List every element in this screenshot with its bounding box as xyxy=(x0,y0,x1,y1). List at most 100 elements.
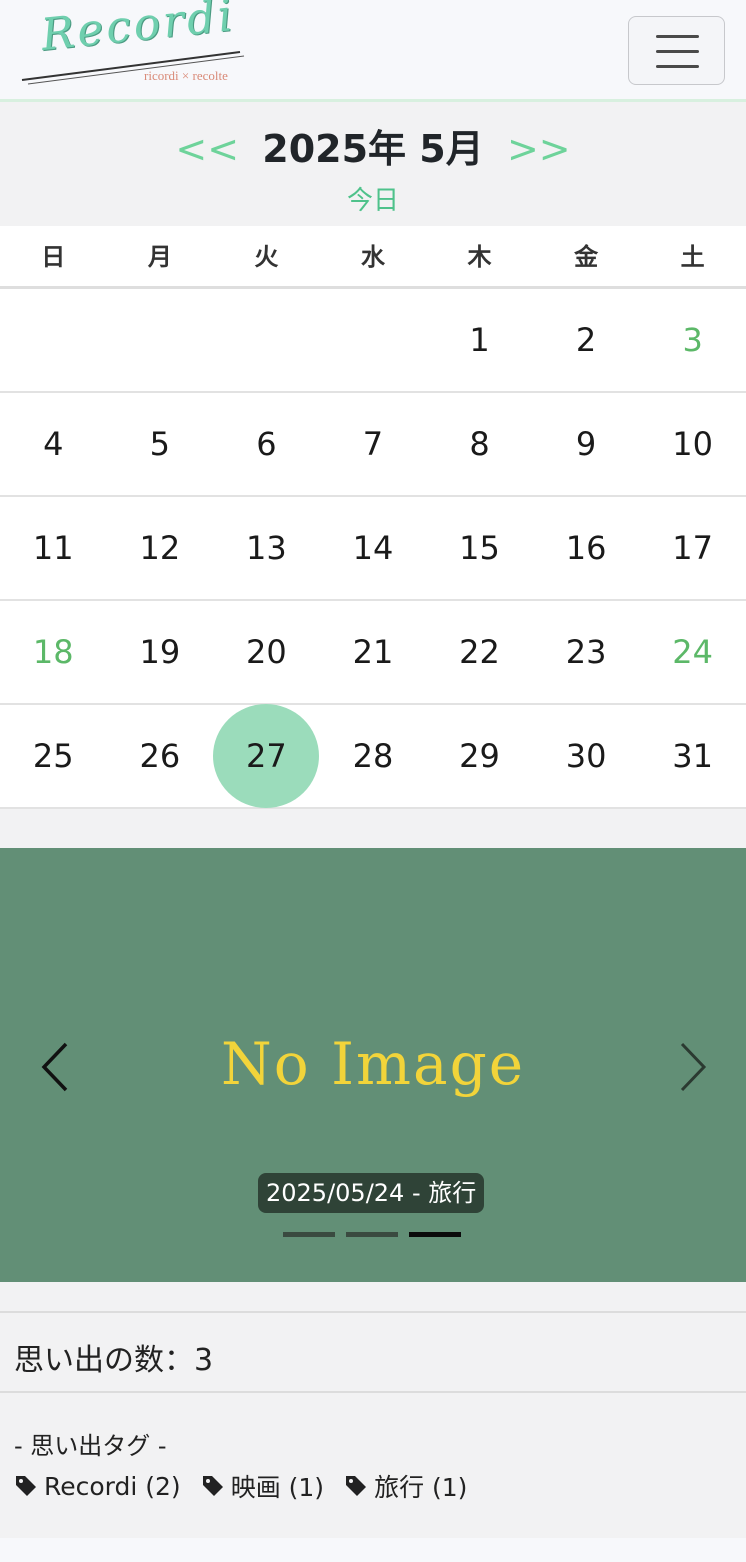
calendar-day-6[interactable]: 6 xyxy=(213,393,320,495)
tag-icon xyxy=(16,1476,36,1496)
day-number: 28 xyxy=(352,737,394,775)
carousel-next-button[interactable] xyxy=(672,1040,712,1094)
calendar-day-26[interactable]: 26 xyxy=(107,705,214,807)
tag-link[interactable]: 旅行 (1) xyxy=(344,1468,467,1504)
day-number: 30 xyxy=(565,737,607,775)
tag-label: 映画 (1) xyxy=(230,1473,325,1502)
calendar-empty-cell xyxy=(107,289,214,391)
calendar-day-29[interactable]: 29 xyxy=(426,705,533,807)
calendar-day-27[interactable]: 27 xyxy=(213,704,320,808)
weekday-label: 火 xyxy=(254,243,279,271)
calendar-day-24[interactable]: 24 xyxy=(639,601,746,703)
tag-link[interactable]: 映画 (1) xyxy=(201,1468,324,1504)
weekday-label: 月 xyxy=(147,243,172,271)
calendar-day-8[interactable]: 8 xyxy=(426,393,533,495)
calendar-day-21[interactable]: 21 xyxy=(320,601,427,703)
day-number: 18 xyxy=(32,633,74,671)
calendar-day-11[interactable]: 11 xyxy=(0,497,107,599)
month-title: 2025年 5月 xyxy=(262,127,484,171)
day-number: 17 xyxy=(672,529,714,567)
tag-icon xyxy=(346,1476,367,1496)
day-number: 20 xyxy=(246,633,287,671)
calendar-day-12[interactable]: 12 xyxy=(107,497,214,599)
calendar-day-9[interactable]: 9 xyxy=(533,393,640,495)
calendar-week-row: 1 2 3 xyxy=(0,289,746,393)
day-number: 4 xyxy=(43,425,64,463)
day-number: 11 xyxy=(32,529,74,567)
tag-link[interactable]: Recordi (2) xyxy=(14,1468,181,1504)
calendar-day-18[interactable]: 18 xyxy=(0,601,107,703)
day-number: 19 xyxy=(139,633,181,671)
weekday-label: 水 xyxy=(360,243,385,271)
tag-icon xyxy=(202,1476,223,1496)
calendar-day-30[interactable]: 30 xyxy=(533,705,640,807)
day-number: 24 xyxy=(672,633,714,671)
carousel-indicators xyxy=(283,1232,472,1237)
calendar-weeks: 1 2 3 4 5 6 7 8 9 10 11 12 13 14 15 16 17 18 19 20 21 22 23 24 2… xyxy=(0,289,746,809)
calendar-day-22[interactable]: 22 xyxy=(426,601,533,703)
calendar-empty-cell xyxy=(213,289,320,391)
brand-logo[interactable]: Recordi ricordi × recolte xyxy=(18,0,258,92)
prev-month-button[interactable]: << xyxy=(175,127,239,171)
chevron-left-icon xyxy=(41,1042,68,1092)
calendar-day-28[interactable]: 28 xyxy=(320,705,427,807)
day-number: 22 xyxy=(459,633,500,671)
tags-heading: - 思い出タグ - xyxy=(14,1432,167,1460)
today-link[interactable]: 今日 xyxy=(0,180,746,217)
next-month-button[interactable]: >> xyxy=(507,127,571,171)
calendar-day-15[interactable]: 15 xyxy=(426,497,533,599)
bottom-bar xyxy=(0,1538,746,1562)
memory-count: 思い出の数：3 xyxy=(14,1343,214,1378)
calendar-day-10[interactable]: 10 xyxy=(639,393,746,495)
day-number: 15 xyxy=(459,529,500,567)
calendar-day-13[interactable]: 13 xyxy=(213,497,320,599)
day-number: 25 xyxy=(32,737,74,775)
day-number: 16 xyxy=(565,529,607,567)
hamburger-icon xyxy=(656,35,699,38)
day-number: 29 xyxy=(459,737,500,775)
carousel-prev-button[interactable] xyxy=(36,1040,76,1094)
carousel-indicator-3[interactable] xyxy=(409,1232,461,1237)
calendar-day-5[interactable]: 5 xyxy=(107,393,214,495)
calendar-day-31[interactable]: 31 xyxy=(639,705,746,807)
day-number: 2 xyxy=(575,321,597,359)
memory-count-bar: 思い出の数：3 xyxy=(0,1311,746,1393)
day-number: 31 xyxy=(672,737,714,775)
day-number: 13 xyxy=(246,529,287,567)
day-number: 8 xyxy=(469,425,490,463)
calendar-empty-cell xyxy=(320,289,427,391)
tag-list: Recordi (2) 映画 (1) 旅行 (1) xyxy=(14,1468,487,1504)
calendar-week-row: 18 19 20 21 22 23 24 xyxy=(0,601,746,705)
calendar-day-23[interactable]: 23 xyxy=(533,601,640,703)
slide-caption: 2025/05/24 - 旅行 xyxy=(258,1173,485,1213)
calendar-day-17[interactable]: 17 xyxy=(639,497,746,599)
calendar-day-19[interactable]: 19 xyxy=(107,601,214,703)
day-number: 1 xyxy=(469,321,490,359)
carousel-indicator-1[interactable] xyxy=(283,1232,335,1237)
month-navigation: << 2025年 5月 >> xyxy=(0,118,746,173)
calendar-week-row: 11 12 13 14 15 16 17 xyxy=(0,497,746,601)
calendar-day-20[interactable]: 20 xyxy=(213,601,320,703)
calendar-day-16[interactable]: 16 xyxy=(533,497,640,599)
memory-carousel: No Image 2025/05/24 - 旅行 xyxy=(0,848,746,1282)
calendar-day-3[interactable]: 3 xyxy=(639,289,746,391)
weekday-label: 金 xyxy=(574,243,599,271)
calendar-day-7[interactable]: 7 xyxy=(320,393,427,495)
weekday-header: 日月火水木金土 xyxy=(0,226,746,289)
tag-label: 旅行 (1) xyxy=(374,1473,468,1502)
calendar-day-2[interactable]: 2 xyxy=(533,289,640,391)
weekday-label: 土 xyxy=(680,243,705,271)
calendar-day-4[interactable]: 4 xyxy=(0,393,107,495)
day-number: 7 xyxy=(362,425,384,463)
tag-label: Recordi (2) xyxy=(44,1471,181,1501)
calendar-day-25[interactable]: 25 xyxy=(0,705,107,807)
navbar: Recordi ricordi × recolte xyxy=(0,0,746,102)
hamburger-menu-button[interactable] xyxy=(628,16,725,85)
carousel-indicator-2[interactable] xyxy=(346,1232,398,1237)
calendar-day-14[interactable]: 14 xyxy=(320,497,427,599)
calendar-grid: 日月火水木金土 1 2 3 4 5 6 7 8 9 10 11 12 13 14 15 16 17 18 19 20 2… xyxy=(0,226,746,809)
calendar-day-1[interactable]: 1 xyxy=(426,289,533,391)
day-number: 12 xyxy=(139,529,181,567)
calendar-empty-cell xyxy=(0,289,107,391)
calendar-week-row: 25 26 27 28 29 30 31 xyxy=(0,704,746,809)
